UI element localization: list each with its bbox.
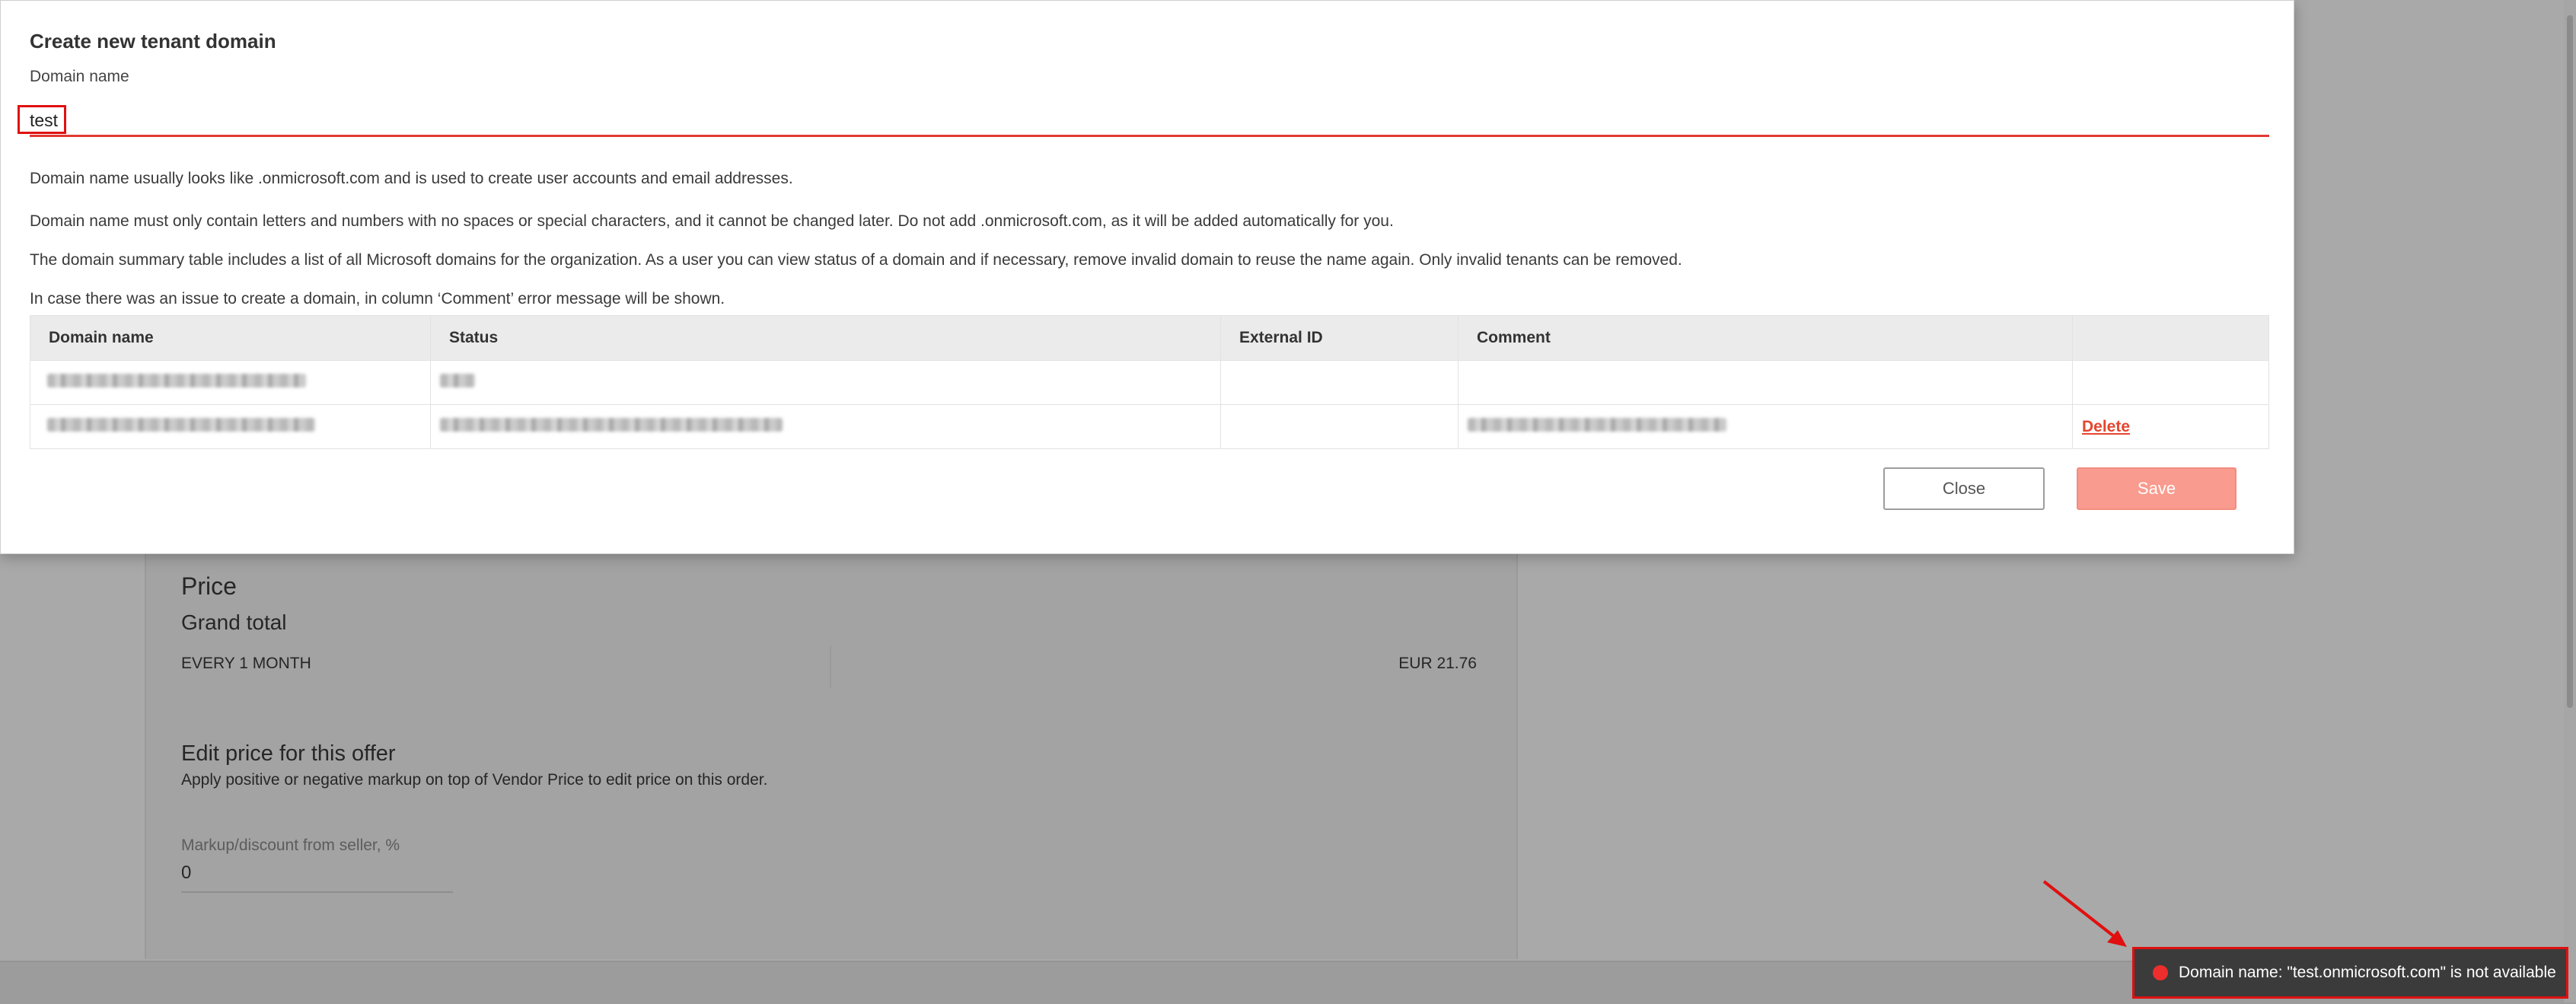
domain-summary-table: Domain name Status External ID Comment D bbox=[30, 315, 2269, 449]
toast-message: Domain name: "test.onmicrosoft.com" is n… bbox=[2179, 964, 2556, 981]
column-header-actions bbox=[2072, 315, 2269, 361]
grand-total-label: Grand total bbox=[181, 610, 287, 634]
create-tenant-domain-dialog: Create new tenant domain Domain name Dom… bbox=[0, 0, 2294, 554]
info-line-2: Domain name must only contain letters an… bbox=[30, 212, 1394, 230]
cell-status bbox=[430, 404, 1221, 449]
cell-comment bbox=[1458, 404, 2073, 449]
input-annotation-box bbox=[18, 105, 66, 134]
cell-status bbox=[430, 360, 1221, 405]
dialog-title: Create new tenant domain bbox=[30, 30, 276, 53]
markup-field-label: Markup/discount from seller, % bbox=[181, 837, 400, 854]
close-button[interactable]: Close bbox=[1883, 467, 2045, 510]
cell-external-id bbox=[1220, 360, 1459, 405]
table-header-row: Domain name Status External ID Comment bbox=[30, 315, 2269, 361]
domain-name-input[interactable] bbox=[30, 106, 2269, 137]
cell-domain-name bbox=[30, 360, 431, 405]
redacted-comment bbox=[1468, 417, 1726, 432]
scrollbar-thumb[interactable] bbox=[2567, 15, 2573, 708]
edit-price-heading: Edit price for this offer bbox=[181, 741, 396, 766]
column-header-status: Status bbox=[430, 315, 1221, 361]
markup-input[interactable]: 0 bbox=[181, 862, 453, 893]
table-row bbox=[30, 360, 2269, 405]
error-status-icon bbox=[2153, 965, 2168, 980]
redacted-status bbox=[440, 373, 475, 387]
save-button[interactable]: Save bbox=[2077, 467, 2236, 510]
redacted-domain bbox=[47, 373, 306, 387]
info-line-3: The domain summary table includes a list… bbox=[30, 251, 1682, 269]
annotation-arrow-icon bbox=[2042, 880, 2127, 947]
cell-external-id bbox=[1220, 404, 1459, 449]
cell-action bbox=[2072, 360, 2269, 405]
cell-comment bbox=[1458, 360, 2073, 405]
column-header-external-id: External ID bbox=[1220, 315, 1459, 361]
column-header-comment: Comment bbox=[1458, 315, 2073, 361]
redacted-domain bbox=[47, 417, 315, 432]
cell-domain-name bbox=[30, 404, 431, 449]
table-row: Delete bbox=[30, 404, 2269, 449]
edit-price-description: Apply positive or negative markup on top… bbox=[181, 771, 768, 789]
error-toast: Domain name: "test.onmicrosoft.com" is n… bbox=[2132, 947, 2568, 999]
billing-period: EVERY 1 MONTH bbox=[181, 655, 311, 672]
delete-domain-link[interactable]: Delete bbox=[2082, 418, 2130, 435]
grand-total-amount: EUR 21.76 bbox=[1398, 655, 1477, 672]
cell-action: Delete bbox=[2072, 404, 2269, 449]
redacted-status bbox=[440, 417, 783, 432]
info-line-4: In case there was an issue to create a d… bbox=[30, 290, 725, 308]
domain-name-label: Domain name bbox=[30, 68, 129, 85]
info-line-1: Domain name usually looks like .onmicros… bbox=[30, 170, 793, 187]
price-divider bbox=[830, 645, 831, 688]
column-header-domain-name: Domain name bbox=[30, 315, 431, 361]
price-heading: Price bbox=[181, 572, 237, 600]
